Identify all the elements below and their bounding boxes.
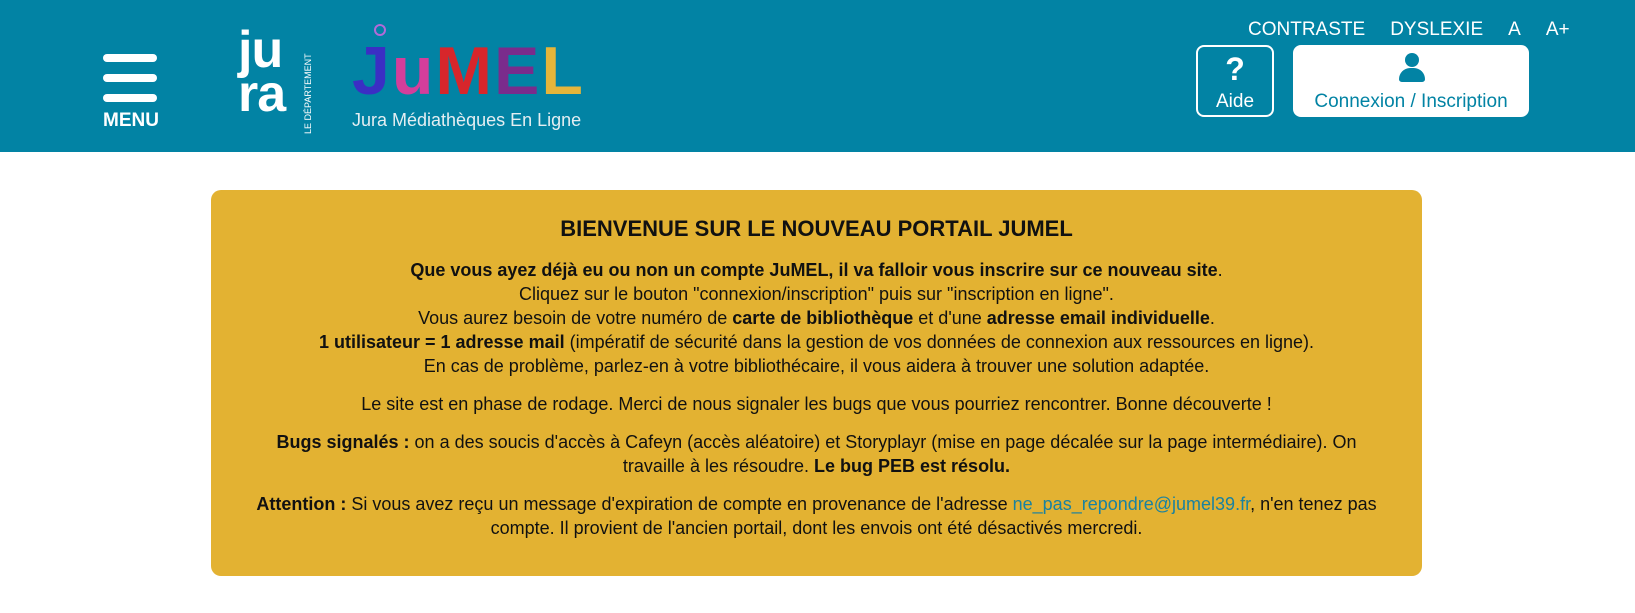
font-size-larger-link[interactable]: A+ <box>1546 19 1570 41</box>
notice-line: En cas de problème, parlez-en à votre bi… <box>423 356 1210 376</box>
site-header: MENU ju ra LE DÉPARTEMENT JuMEL Jura Méd… <box>0 0 1635 152</box>
jumel-letter: E <box>494 33 542 109</box>
user-icon <box>1399 53 1425 83</box>
jumel-tagline: Jura Médiathèques En Ligne <box>352 110 582 130</box>
dyslexia-link[interactable]: DYSLEXIE <box>1390 19 1483 41</box>
notice-rodage: Le site est en phase de rodage. Merci de… <box>361 394 1272 414</box>
login-register-button[interactable]: Connexion / Inscription <box>1293 45 1529 117</box>
menu-button[interactable]: MENU <box>100 52 160 132</box>
notice-line: 1 utilisateur = 1 adresse mail (impérati… <box>318 332 1315 352</box>
email-link[interactable]: ne_pas_repondre@jumel39.fr <box>1013 494 1250 514</box>
jumel-letter: J <box>352 33 392 109</box>
jumel-logo[interactable]: JuMEL Jura Médiathèques En Ligne <box>352 22 592 136</box>
notice-line: Que vous ayez déjà eu ou non un compte J… <box>410 260 1223 280</box>
question-mark-icon: ? <box>1225 51 1245 87</box>
jumel-letter: u <box>391 33 436 109</box>
jura-department-logo[interactable]: ju ra LE DÉPARTEMENT <box>238 21 328 134</box>
notice-bugs: Bugs signalés : on a des soucis d'accès … <box>276 432 1357 476</box>
welcome-notice: BIENVENUE SUR LE NOUVEAU PORTAIL JUMEL Q… <box>211 190 1422 576</box>
notice-line: Cliquez sur le bouton "connexion/inscrip… <box>519 284 1114 304</box>
jumel-letter: M <box>435 33 495 109</box>
menu-label: MENU <box>103 110 159 131</box>
help-label: Aide <box>1215 91 1255 112</box>
accessibility-links: CONTRASTE DYSLEXIE A A+ <box>1248 18 1570 42</box>
login-label: Connexion / Inscription <box>1314 91 1508 112</box>
jumel-letter: L <box>541 33 585 109</box>
jura-logo-subtitle: LE DÉPARTEMENT <box>303 53 313 134</box>
help-button[interactable]: ? Aide <box>1196 45 1274 117</box>
notice-line: Vous aurez besoin de votre numéro de car… <box>418 308 1215 328</box>
hamburger-icon <box>103 54 157 62</box>
contrast-link[interactable]: CONTRASTE <box>1248 19 1365 41</box>
font-size-normal-link[interactable]: A <box>1508 19 1521 41</box>
hamburger-icon-bar <box>103 94 157 102</box>
hamburger-icon-bar <box>103 74 157 82</box>
jura-logo-text: ju ra <box>238 21 286 123</box>
notice-attention: Attention : Si vous avez reçu un message… <box>256 494 1377 538</box>
notice-title: BIENVENUE SUR LE NOUVEAU PORTAIL JUMEL <box>560 216 1073 241</box>
jumel-logo-letters: JuMEL <box>352 36 585 106</box>
